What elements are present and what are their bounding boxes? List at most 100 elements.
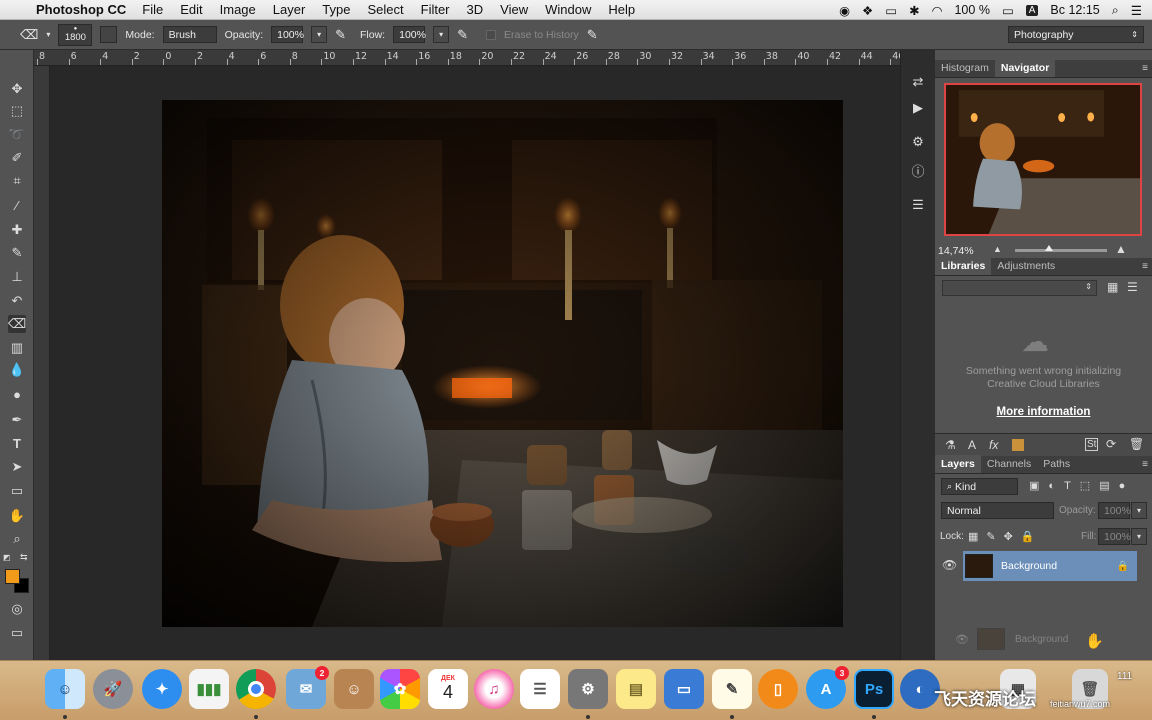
reminders-dock-icon[interactable]: ☰ — [520, 669, 560, 709]
zoom-tool-icon[interactable]: ⌕ — [8, 530, 26, 548]
canvas-area[interactable] — [50, 66, 900, 660]
tab-navigator[interactable]: Navigator — [994, 59, 1056, 77]
history-panel-icon[interactable]: ⇄ — [908, 72, 928, 92]
actions-panel-icon[interactable]: ▶ — [908, 98, 928, 118]
menu-image[interactable]: Image — [220, 2, 256, 17]
stock-icon[interactable]: St — [1085, 438, 1099, 451]
filter-toggle-icon[interactable]: ● — [1119, 480, 1126, 492]
zoom-out-icon[interactable]: ▲ — [993, 244, 1002, 254]
pressure-opacity-icon[interactable]: ✎ — [335, 27, 346, 43]
layer-visibility-eye-icon[interactable]: 👁 — [942, 558, 957, 572]
filter-shape-icon[interactable]: ⬚ — [1080, 479, 1090, 492]
layer-lock-icon[interactable]: 🔒 — [1117, 561, 1129, 572]
record-icon[interactable]: ◉ — [839, 3, 850, 18]
navigator-zoom-slider[interactable] — [1015, 249, 1107, 252]
healing-brush-tool-icon[interactable]: ✚ — [8, 221, 26, 239]
notes-dock-icon[interactable]: ▤ — [616, 669, 656, 709]
app-menu[interactable]: Photoshop CC — [36, 2, 126, 17]
opacity-dropdown[interactable]: ▾ — [311, 26, 328, 43]
document-photo[interactable] — [162, 100, 843, 627]
grid-view-icon[interactable]: ▦ — [1107, 280, 1118, 294]
calendar-dock-icon[interactable]: ДЕК 4 — [428, 669, 468, 709]
dodge-tool-icon[interactable]: ● — [8, 385, 26, 403]
layer-opacity-input[interactable]: 100% — [1098, 502, 1131, 519]
crop-tool-icon[interactable]: ⌗ — [8, 172, 26, 190]
lock-position-icon[interactable]: ✥ — [1004, 530, 1013, 543]
tab-histogram[interactable]: Histogram — [935, 62, 995, 77]
itunes-dock-icon[interactable]: ♫ — [474, 669, 514, 709]
swap-colors-icon[interactable]: ⇆ — [20, 552, 28, 563]
sync-icon[interactable]: ⟳ — [1106, 437, 1116, 451]
layer-filter-select[interactable]: ⌕ Kind — [941, 478, 1018, 495]
fill-dropdown[interactable]: ▾ — [1131, 528, 1147, 545]
tab-layers[interactable]: Layers — [935, 455, 981, 473]
shape-tool-icon[interactable]: ▭ — [8, 482, 26, 500]
zoom-in-icon[interactable]: ▲ — [1115, 242, 1127, 256]
library-select[interactable]: ⇕ — [942, 280, 1097, 296]
lasso-tool-icon[interactable]: ➰ — [8, 126, 26, 144]
menu-view[interactable]: View — [500, 2, 528, 17]
filter-smart-object-icon[interactable]: ▤ — [1099, 479, 1109, 492]
filter-type-icon[interactable]: T — [1064, 480, 1071, 492]
menu-type[interactable]: Type — [322, 2, 350, 17]
menu-edit[interactable]: Edit — [180, 2, 202, 17]
tab-channels[interactable]: Channels — [981, 458, 1037, 473]
photoshop-dock-icon[interactable]: Ps — [854, 669, 894, 709]
layer-opacity-dropdown[interactable]: ▾ — [1131, 502, 1147, 519]
menu-3d[interactable]: 3D — [467, 2, 484, 17]
navigator-zoom-value[interactable]: 14,74% — [938, 245, 974, 257]
numbers-dock-icon[interactable]: ▮▮▮ — [189, 669, 229, 709]
menu-layer[interactable]: Layer — [273, 2, 306, 17]
mail-dock-icon[interactable]: ✉ 2 — [286, 666, 329, 709]
opacity-input[interactable]: 100% — [271, 26, 304, 43]
screen-mode-icon[interactable]: ▭ — [8, 624, 26, 642]
add-color-swatch[interactable] — [1012, 439, 1024, 451]
panel-menu-icon[interactable]: ≡ — [1142, 63, 1148, 74]
airplay-icon[interactable]: ▭ — [885, 3, 897, 18]
menu-filter[interactable]: Filter — [421, 2, 450, 17]
panel-menu-icon[interactable]: ≡ — [1142, 261, 1148, 272]
erase-history-checkbox[interactable] — [486, 29, 497, 40]
foreground-color-swatch[interactable] — [5, 569, 20, 584]
eyedropper-tool-icon[interactable]: ⁄ — [8, 196, 26, 214]
tab-adjustments[interactable]: Adjustments — [991, 260, 1061, 275]
filter-pixel-icon[interactable]: ▣ — [1029, 479, 1039, 492]
fill-input[interactable]: 100% — [1098, 528, 1131, 545]
app-store-dock-icon[interactable]: A 3 — [806, 666, 849, 709]
default-colors-icon[interactable]: ◩ — [3, 553, 11, 562]
add-character-style-icon[interactable]: A — [968, 438, 976, 452]
brush-size-picker[interactable]: ● 1800 — [58, 23, 93, 46]
preset-dropdown-icon[interactable]: ▾ — [46, 30, 50, 39]
battery-icon[interactable]: ▭ — [1002, 3, 1014, 18]
quick-selection-tool-icon[interactable]: ✐ — [8, 149, 26, 167]
wifi-icon[interactable]: ◠ — [932, 3, 943, 18]
trash-icon[interactable]: 🗑 — [1129, 437, 1144, 451]
move-tool-icon[interactable]: ✥ — [8, 80, 26, 98]
textedit-dock-icon[interactable]: ✎ — [712, 669, 752, 709]
navigator-zoom-knob[interactable] — [1045, 245, 1053, 251]
menu-help[interactable]: Help — [608, 2, 635, 17]
blend-mode-select[interactable]: Normal — [941, 502, 1054, 519]
safari-dock-icon[interactable]: ✦ — [142, 669, 182, 709]
list-view-icon[interactable]: ☰ — [1127, 280, 1138, 294]
add-layer-style-icon[interactable]: fx — [989, 438, 998, 452]
blur-tool-icon[interactable]: 💧 — [8, 361, 26, 379]
notification-center-icon[interactable]: ☰ — [1131, 3, 1142, 18]
quick-mask-icon[interactable]: ◎ — [8, 600, 26, 618]
input-source-badge[interactable]: A — [1025, 4, 1039, 16]
lock-all-icon[interactable]: 🔒 — [1021, 530, 1035, 543]
contacts-dock-icon[interactable]: ☺ — [334, 669, 374, 709]
chrome-dock-icon[interactable] — [236, 669, 276, 709]
navigator-thumbnail[interactable] — [944, 83, 1142, 236]
layer-comps-panel-icon[interactable]: ☰ — [908, 195, 928, 215]
workspace-select[interactable]: Photography ⇕ — [1008, 26, 1144, 43]
menu-file[interactable]: File — [142, 2, 163, 17]
eraser-preset-icon[interactable]: ⌫ — [20, 27, 38, 43]
tab-paths[interactable]: Paths — [1037, 458, 1076, 473]
spotlight-icon[interactable]: ⌕ — [1112, 3, 1119, 18]
marquee-tool-icon[interactable]: ⬚ — [8, 102, 26, 120]
menu-window[interactable]: Window — [545, 2, 591, 17]
dropbox-icon[interactable]: ❖ — [862, 3, 873, 18]
eraser-tool-icon[interactable]: ⌫ — [8, 315, 26, 333]
pressure-size-icon[interactable]: ✎ — [587, 27, 598, 43]
